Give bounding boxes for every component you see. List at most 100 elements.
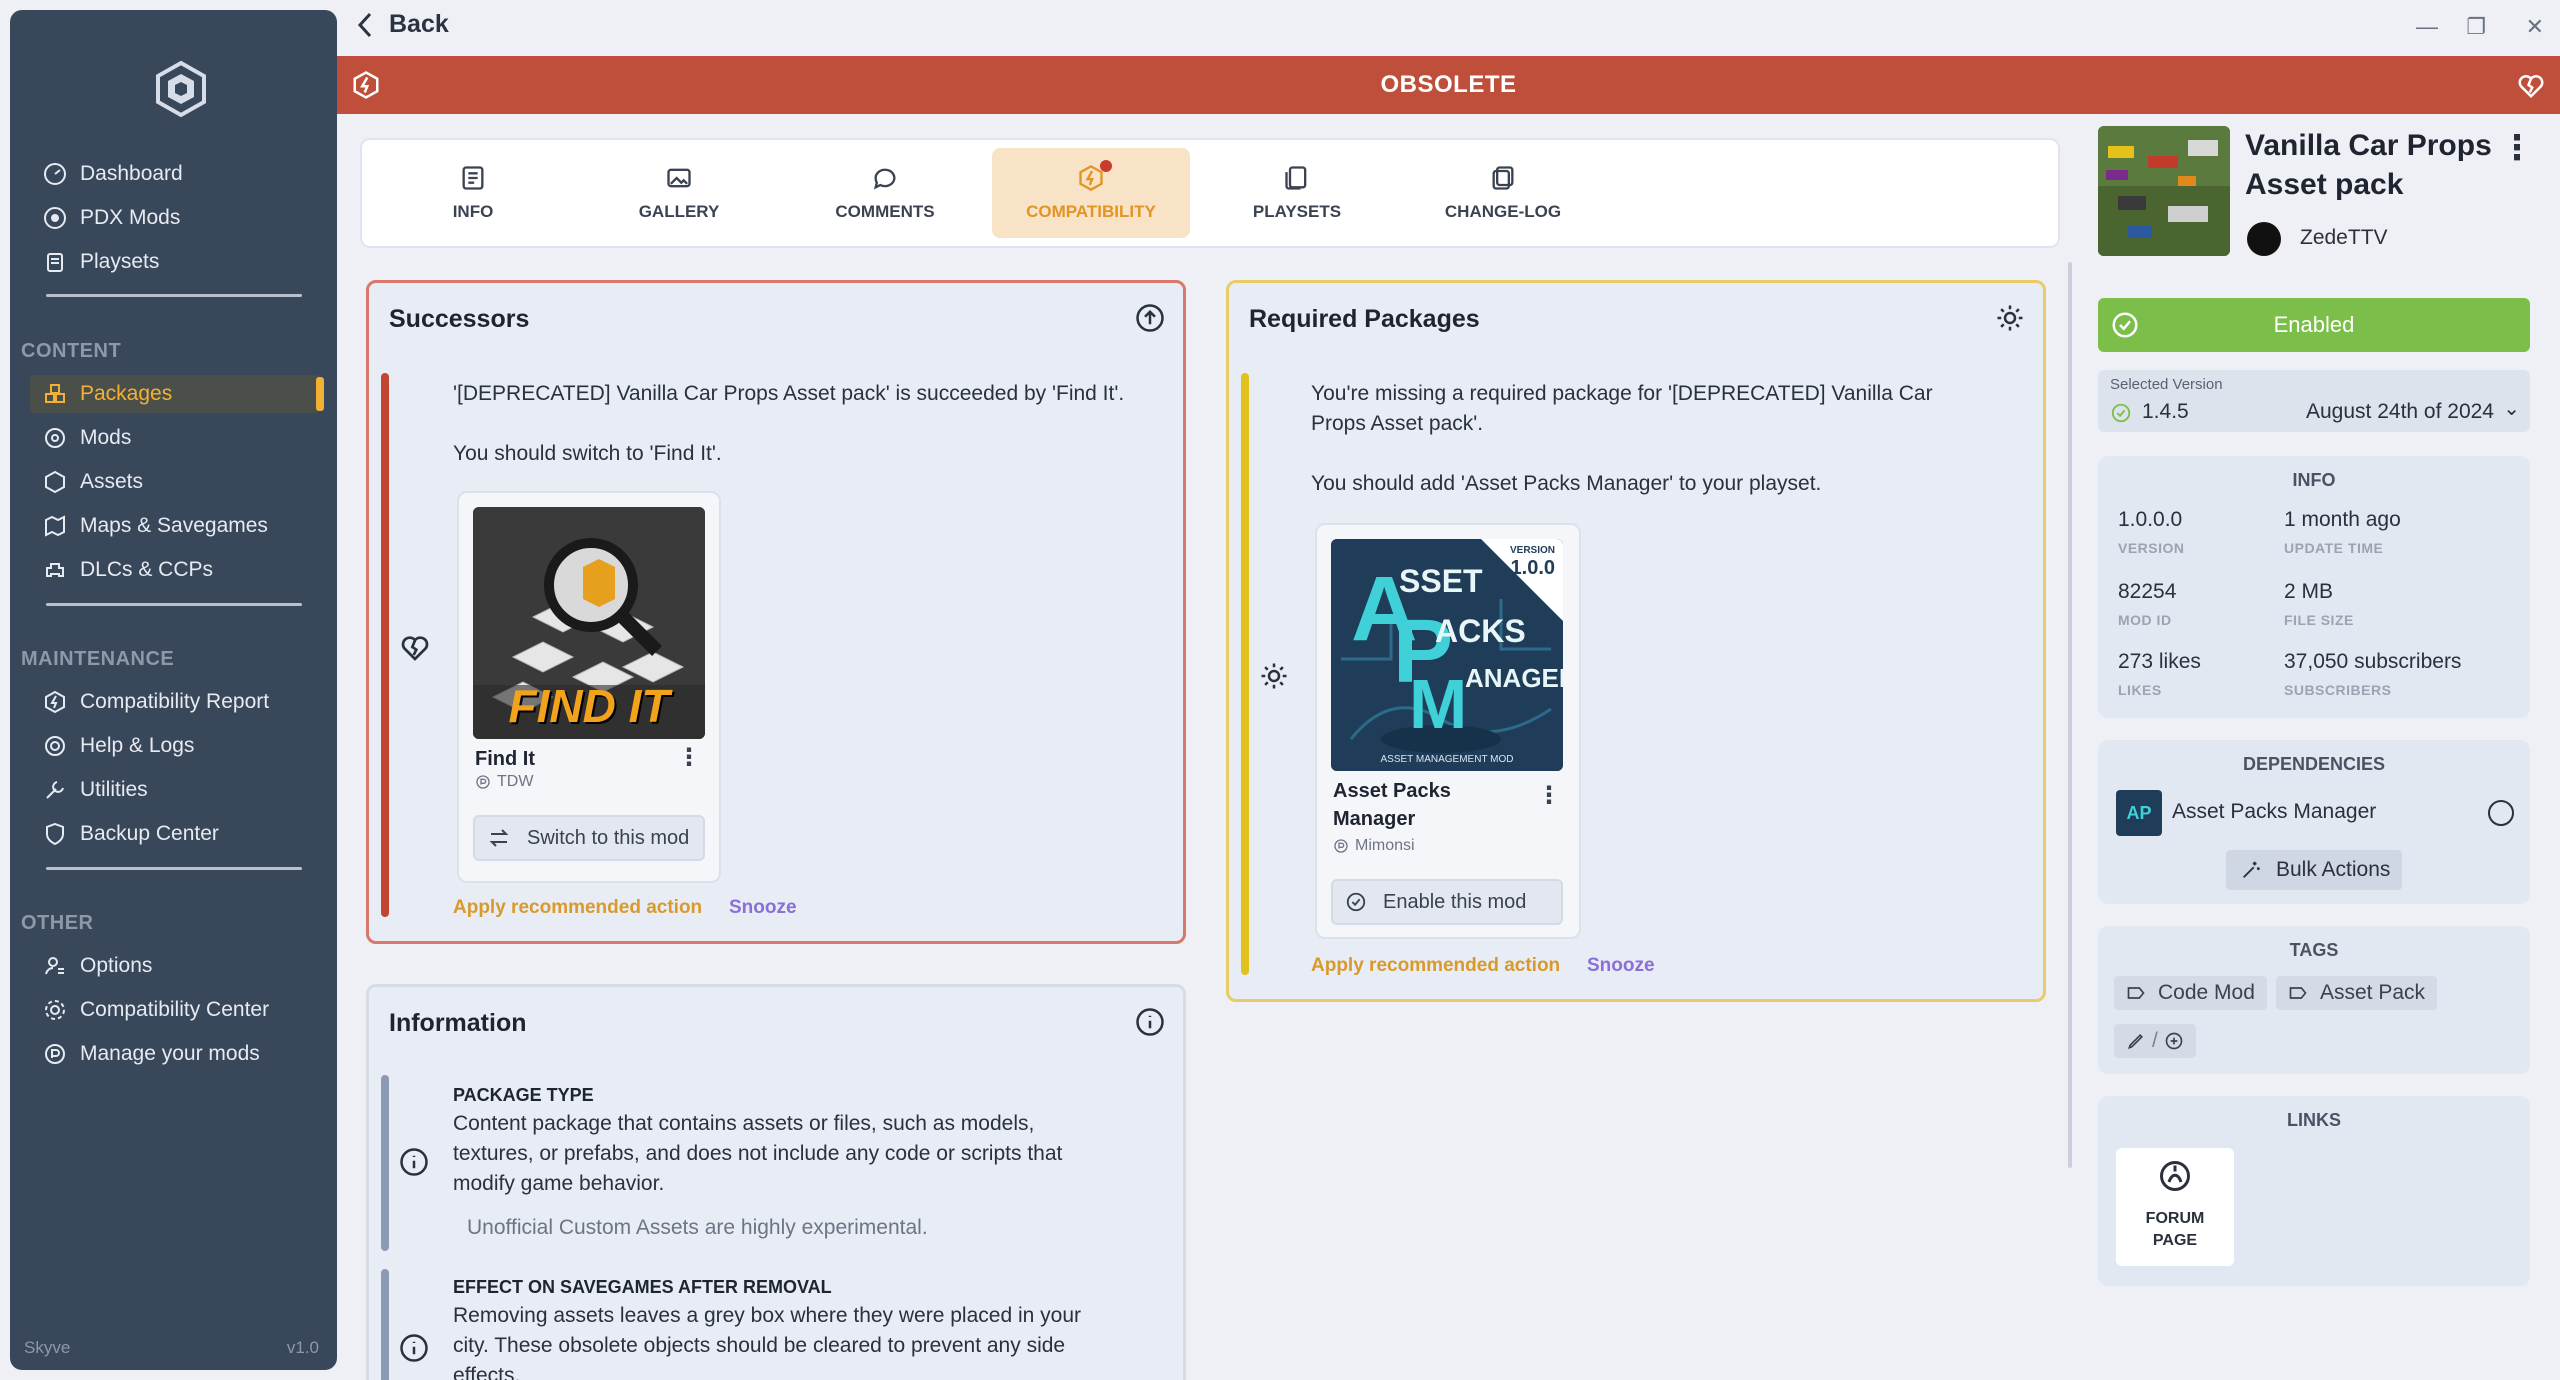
tab-change-log[interactable]: CHANGE-LOG xyxy=(1404,148,1602,238)
enabled-status-button[interactable]: Enabled xyxy=(2098,298,2530,352)
apply-recommended-action-link[interactable]: Apply recommended action xyxy=(1311,955,1560,977)
gear-icon xyxy=(42,997,68,1023)
gear-icon[interactable] xyxy=(1995,303,2025,333)
switch-to-mod-button[interactable]: Switch to this mod xyxy=(473,815,705,861)
tab-label: GALLERY xyxy=(638,202,720,221)
tags-heading: TAGS xyxy=(2289,940,2339,960)
maximize-button[interactable]: ❐ xyxy=(2466,14,2486,40)
forum-page-link[interactable]: FORUM PAGE xyxy=(2116,1148,2234,1266)
magic-wand-icon xyxy=(2243,861,2260,878)
gear-icon xyxy=(1261,663,1287,689)
snooze-link[interactable]: Snooze xyxy=(1587,955,1655,977)
comment-icon xyxy=(873,168,896,190)
version-date: August 24th of 2024 xyxy=(2306,400,2494,423)
check-circle-icon xyxy=(1346,892,1366,912)
package-type-line2: textures, or prefabs, and does not inclu… xyxy=(453,1142,1063,1165)
sidebar-item-label: Maps & Savegames xyxy=(80,514,268,537)
sidebar-item-packages[interactable]: Packages xyxy=(30,375,324,413)
version-selector[interactable]: Selected Version 1.4.5 August 24th of 20… xyxy=(2098,370,2530,432)
sidebar-item-label: DLCs & CCPs xyxy=(80,558,214,581)
sidebar-item-manage-mods[interactable]: Manage your mods xyxy=(30,1035,320,1073)
close-button[interactable]: ✕ xyxy=(2526,14,2544,40)
tab-comments[interactable]: COMMENTS xyxy=(786,148,984,238)
mod-card-asset-packs-manager[interactable]: VERSION 1.0.0 A SSET P ACKS M ANAGER ASS… xyxy=(1315,523,1581,939)
minimize-button[interactable]: — xyxy=(2416,14,2438,40)
swap-icon xyxy=(489,829,509,847)
info-modid-key: MOD ID xyxy=(2118,612,2172,628)
app-logo-icon xyxy=(156,60,206,118)
tab-compatibility[interactable]: COMPATIBILITY xyxy=(992,148,1190,238)
mod-card-find-it[interactable]: FIND IT Find It ⋮ TDW Switch to this mod xyxy=(457,491,721,883)
author-name: Mimonsi xyxy=(1355,837,1415,854)
package-more-options-icon[interactable]: ⋮ xyxy=(2500,128,2534,168)
status-label: Enabled xyxy=(2273,312,2355,337)
options-icon xyxy=(42,953,68,979)
button-label: Bulk Actions xyxy=(2276,858,2391,881)
links-panel: LINKS FORUM PAGE xyxy=(2098,1096,2530,1286)
mod-author: Mimonsi xyxy=(1333,837,1415,855)
info-subscribers-value: 37,050 subscribers xyxy=(2284,650,2462,673)
mod-name-line1: Asset Packs xyxy=(1333,780,1451,802)
required-message-line1: You're missing a required package for '[… xyxy=(1311,382,1933,405)
tab-playsets[interactable]: PLAYSETS xyxy=(1198,148,1396,238)
snooze-link[interactable]: Snooze xyxy=(729,897,797,919)
shield-icon xyxy=(42,821,68,847)
mod-thumbnail: FIND IT xyxy=(473,507,705,739)
edit-tags-button[interactable]: / xyxy=(2114,1024,2196,1058)
info-doc-icon xyxy=(462,166,484,190)
chevron-left-icon xyxy=(357,12,372,37)
paradox-icon xyxy=(1334,839,1348,853)
button-label: Switch to this mod xyxy=(527,826,690,849)
effect-line1: Removing assets leaves a grey box where … xyxy=(453,1304,1081,1327)
broken-heart-icon xyxy=(2518,75,2544,99)
dependency-name[interactable]: Asset Packs Manager xyxy=(2172,800,2376,824)
more-options-icon[interactable]: ⋮ xyxy=(1537,781,1561,810)
thumbnail-title-3: ANAGER xyxy=(1465,663,1563,693)
accent-bar xyxy=(1241,373,1249,975)
required-message-line2: Props Asset pack'. xyxy=(1311,412,1484,435)
sidebar-item-dlcs[interactable]: DLCs & CCPs xyxy=(30,551,320,589)
sidebar-item-help-logs[interactable]: Help & Logs xyxy=(30,727,320,765)
maps-icon xyxy=(42,513,68,539)
paradox-icon xyxy=(476,775,490,789)
sidebar-item-pdx-mods[interactable]: PDX Mods xyxy=(30,199,320,237)
dependency-thumbnail: AP xyxy=(2116,790,2162,836)
sidebar-item-backup-center[interactable]: Backup Center xyxy=(30,815,320,853)
back-button[interactable]: Back xyxy=(355,10,449,39)
sidebar-item-dashboard[interactable]: Dashboard xyxy=(30,155,320,193)
enable-mod-button[interactable]: Enable this mod xyxy=(1331,879,1563,925)
tag-asset-pack[interactable]: Asset Pack xyxy=(2276,976,2438,1010)
image-icon xyxy=(667,168,691,188)
more-options-icon[interactable]: ⋮ xyxy=(677,743,701,772)
package-type-line1: Content package that contains assets or … xyxy=(453,1112,1035,1135)
tag-icon xyxy=(2127,987,2145,999)
sidebar-item-maps-savegames[interactable]: Maps & Savegames xyxy=(30,507,320,545)
tag-code-mod[interactable]: Code Mod xyxy=(2114,976,2267,1010)
author-name: TDW xyxy=(497,773,534,790)
dlc-icon xyxy=(42,557,68,583)
successor-message: '[DEPRECATED] Vanilla Car Props Asset pa… xyxy=(453,382,1125,405)
packages-icon xyxy=(42,381,68,407)
sidebar-item-utilities[interactable]: Utilities xyxy=(30,771,320,809)
tab-gallery[interactable]: GALLERY xyxy=(580,148,778,238)
sidebar-item-options[interactable]: Options xyxy=(30,947,320,985)
scrollbar[interactable] xyxy=(2068,262,2072,1168)
sidebar-item-mods[interactable]: Mods xyxy=(30,419,320,457)
status-label: OBSOLETE xyxy=(1380,71,1517,98)
sidebar-item-playsets[interactable]: Playsets xyxy=(30,243,320,281)
sidebar-item-assets[interactable]: Assets xyxy=(30,463,320,501)
pencil-icon xyxy=(2128,1033,2144,1049)
upgrade-icon[interactable] xyxy=(1135,303,1165,333)
package-author[interactable]: ZedeTTV xyxy=(2300,226,2388,250)
app-version: v1.0 xyxy=(286,1338,319,1357)
check-circle-icon xyxy=(2112,312,2138,338)
bulk-actions-button[interactable]: Bulk Actions xyxy=(2226,850,2402,890)
successors-card: Successors '[DEPRECATED] Vanilla Car Pro… xyxy=(366,280,1186,944)
tab-info[interactable]: INFO xyxy=(374,148,572,238)
package-title-line1: Vanilla Car Props xyxy=(2245,129,2492,162)
dependency-toggle[interactable] xyxy=(2488,800,2514,826)
apply-recommended-action-link[interactable]: Apply recommended action xyxy=(453,897,702,919)
divider xyxy=(46,294,302,297)
sidebar-item-compatibility-report[interactable]: Compatibility Report xyxy=(30,683,320,721)
sidebar-item-compatibility-center[interactable]: Compatibility Center xyxy=(30,991,320,1029)
